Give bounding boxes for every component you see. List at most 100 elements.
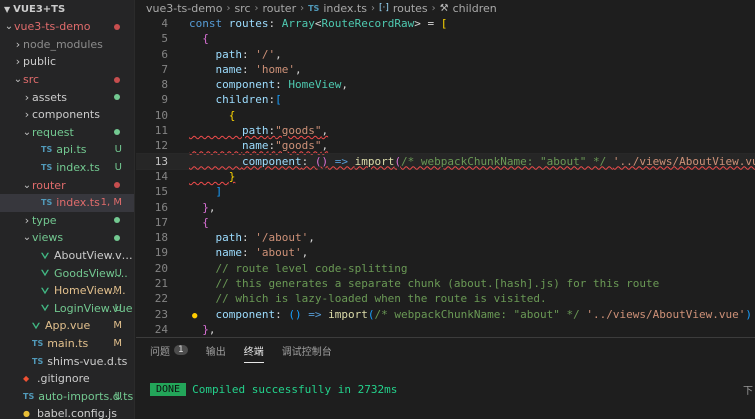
code-token: // this generates a separate chunk (abou…	[215, 277, 660, 291]
code-line[interactable]: 19 name: 'about',	[136, 245, 755, 260]
tree-item[interactable]: ● babel.config.js	[0, 405, 134, 419]
tree-item-label: public	[23, 55, 57, 69]
code-line[interactable]: 18 path: '/about',	[136, 230, 755, 245]
breadcrumb-item[interactable]: src	[234, 2, 250, 15]
tree-item[interactable]: ⌄ src	[0, 71, 134, 89]
code-text: children:[	[189, 92, 282, 107]
panel-tab-label: 问题	[150, 346, 170, 358]
code-line[interactable]: 22 // which is lazy-loaded when the rout…	[136, 291, 755, 306]
breadcrumb-item[interactable]: routes	[393, 2, 428, 15]
tree-item[interactable]: LoginView.vue U	[0, 300, 134, 318]
code-token: {	[202, 215, 209, 229]
tree-item[interactable]: AboutView.vue	[0, 247, 134, 265]
tree-item-label: babel.config.js	[37, 407, 117, 419]
breadcrumb-separator-icon: ›	[300, 2, 305, 14]
tree-item[interactable]: ⌄ vue3-ts-demo	[0, 18, 134, 36]
tree-item[interactable]: HomeView.... M	[0, 282, 134, 300]
code-token: [	[440, 17, 448, 30]
code-text: const routes: Array<RouteRecordRaw> = [	[189, 16, 447, 31]
breadcrumb-item[interactable]: vue3-ts-demo	[146, 2, 222, 15]
panel-tab[interactable]: 输出	[206, 343, 226, 358]
tree-item-label: node_modules	[23, 37, 103, 51]
code-token: /* webpackChunkName: "about" */	[400, 154, 613, 168]
babel-file-icon: ●	[23, 408, 30, 418]
code-line[interactable]: 4 const routes: Array<RouteRecordRaw> = [	[136, 16, 755, 31]
code-token: }	[202, 200, 209, 214]
code-line[interactable]: 20 // route level code-splitting	[136, 261, 755, 276]
code-line[interactable]: 23 ● component: () => import(/* webpackCh…	[136, 307, 755, 322]
tree-item[interactable]: ⌄ views	[0, 229, 134, 247]
code-token: {	[228, 108, 236, 122]
tree-item-label: api.ts	[56, 143, 87, 157]
code-line[interactable]: 11 path:"goods",	[136, 123, 755, 138]
tree-item[interactable]: › components	[0, 106, 134, 124]
tree-item[interactable]: › public	[0, 53, 134, 71]
code-line[interactable]: 10 {	[136, 108, 755, 123]
explorer-sidebar: ▼ VUE3+TS ⌄ vue3-ts-demo › node_modules › pub…	[0, 0, 135, 419]
code-text: {	[189, 108, 236, 123]
chevron-right-icon: ›	[15, 55, 21, 69]
breadcrumb-item[interactable]: children	[453, 2, 497, 15]
tree-item[interactable]: › type	[0, 212, 134, 230]
code-text: // this generates a separate chunk (abou…	[189, 276, 660, 291]
code-line[interactable]: 21 // this generates a separate chunk (a…	[136, 276, 755, 291]
panel-tabs: 问题 1 输出 终端 调试控制台	[136, 338, 755, 363]
tree-item[interactable]: › node_modules	[0, 36, 134, 54]
property-symbol-icon: ⚒	[439, 2, 449, 14]
tree-item[interactable]: App.vue M	[0, 317, 134, 335]
code-line[interactable]: 12 name:"goods",	[136, 138, 755, 153]
code-line[interactable]: 8 component: HomeView,	[136, 77, 755, 92]
code-text: ]	[189, 184, 223, 199]
tree-item[interactable]: TS api.ts U	[0, 141, 134, 159]
workspace-header[interactable]: ▼ VUE3+TS	[0, 0, 134, 18]
tree-item[interactable]: ⌄ router	[0, 176, 134, 194]
typescript-file-icon: TS	[41, 163, 53, 173]
tree-item[interactable]: TS shims-vue.d.ts	[0, 352, 134, 370]
panel-tab[interactable]: 问题 1	[150, 343, 188, 358]
code-line[interactable]: 16 },	[136, 200, 755, 215]
breadcrumb-item[interactable]: router	[263, 2, 297, 15]
code-line[interactable]: 15 ]	[136, 184, 755, 199]
code-token: 'about'	[255, 246, 302, 260]
code-line[interactable]: 13 component: () => import(/* webpackChu…	[136, 152, 755, 170]
tree-item[interactable]: ⌄ request	[0, 124, 134, 142]
code-token: component	[215, 307, 276, 321]
line-number: 9	[161, 93, 168, 107]
code-line[interactable]: 6 path: '/',	[136, 47, 755, 62]
git-status-dot	[114, 234, 120, 241]
tree-item[interactable]: › assets	[0, 88, 134, 106]
line-number: 22	[154, 292, 168, 306]
panel-tab[interactable]: 调试控制台	[282, 343, 332, 358]
vue-file-icon	[41, 269, 49, 277]
workspace-title: VUE3+TS	[13, 3, 66, 15]
code-line[interactable]: 5 {	[136, 31, 755, 46]
breadcrumb-item[interactable]: index.ts	[323, 2, 367, 15]
tree-item[interactable]: TS index.ts U	[0, 159, 134, 177]
code-editor[interactable]: 4 const routes: Array<RouteRecordRaw> = […	[136, 16, 755, 336]
chevron-right-icon: ›	[24, 108, 30, 122]
breadcrumb-separator-icon: ›	[370, 2, 375, 14]
problem-count-badge: 1	[174, 345, 188, 355]
tree-item[interactable]: TS main.ts M	[0, 335, 134, 353]
code-token: ,	[321, 139, 329, 153]
code-line[interactable]: 14 }	[136, 169, 755, 184]
code-token: :	[242, 62, 256, 76]
tree-item[interactable]: TS index.ts 1, M	[0, 193, 134, 212]
panel-tab[interactable]: 终端	[243, 343, 264, 363]
code-line[interactable]: 24 },	[136, 322, 755, 336]
code-text: path:"goods",	[189, 123, 328, 138]
code-text: name:"goods",	[189, 138, 328, 153]
git-status-letter: M	[113, 285, 122, 297]
typescript-file-icon: TS	[308, 3, 320, 13]
tree-item[interactable]: TS auto-imports.d.ts U	[0, 387, 134, 405]
code-line[interactable]: 9 children:[	[136, 92, 755, 107]
tree-item-label: .gitignore	[37, 372, 90, 386]
tree-item[interactable]: ◆ .gitignore	[0, 370, 134, 388]
tree-item-label: index.ts	[56, 196, 100, 210]
line-number: 23	[154, 307, 168, 321]
code-line[interactable]: 7 name: 'home',	[136, 62, 755, 77]
tree-item[interactable]: GoodsView.... U	[0, 264, 134, 282]
code-line[interactable]: 17 {	[136, 215, 755, 230]
